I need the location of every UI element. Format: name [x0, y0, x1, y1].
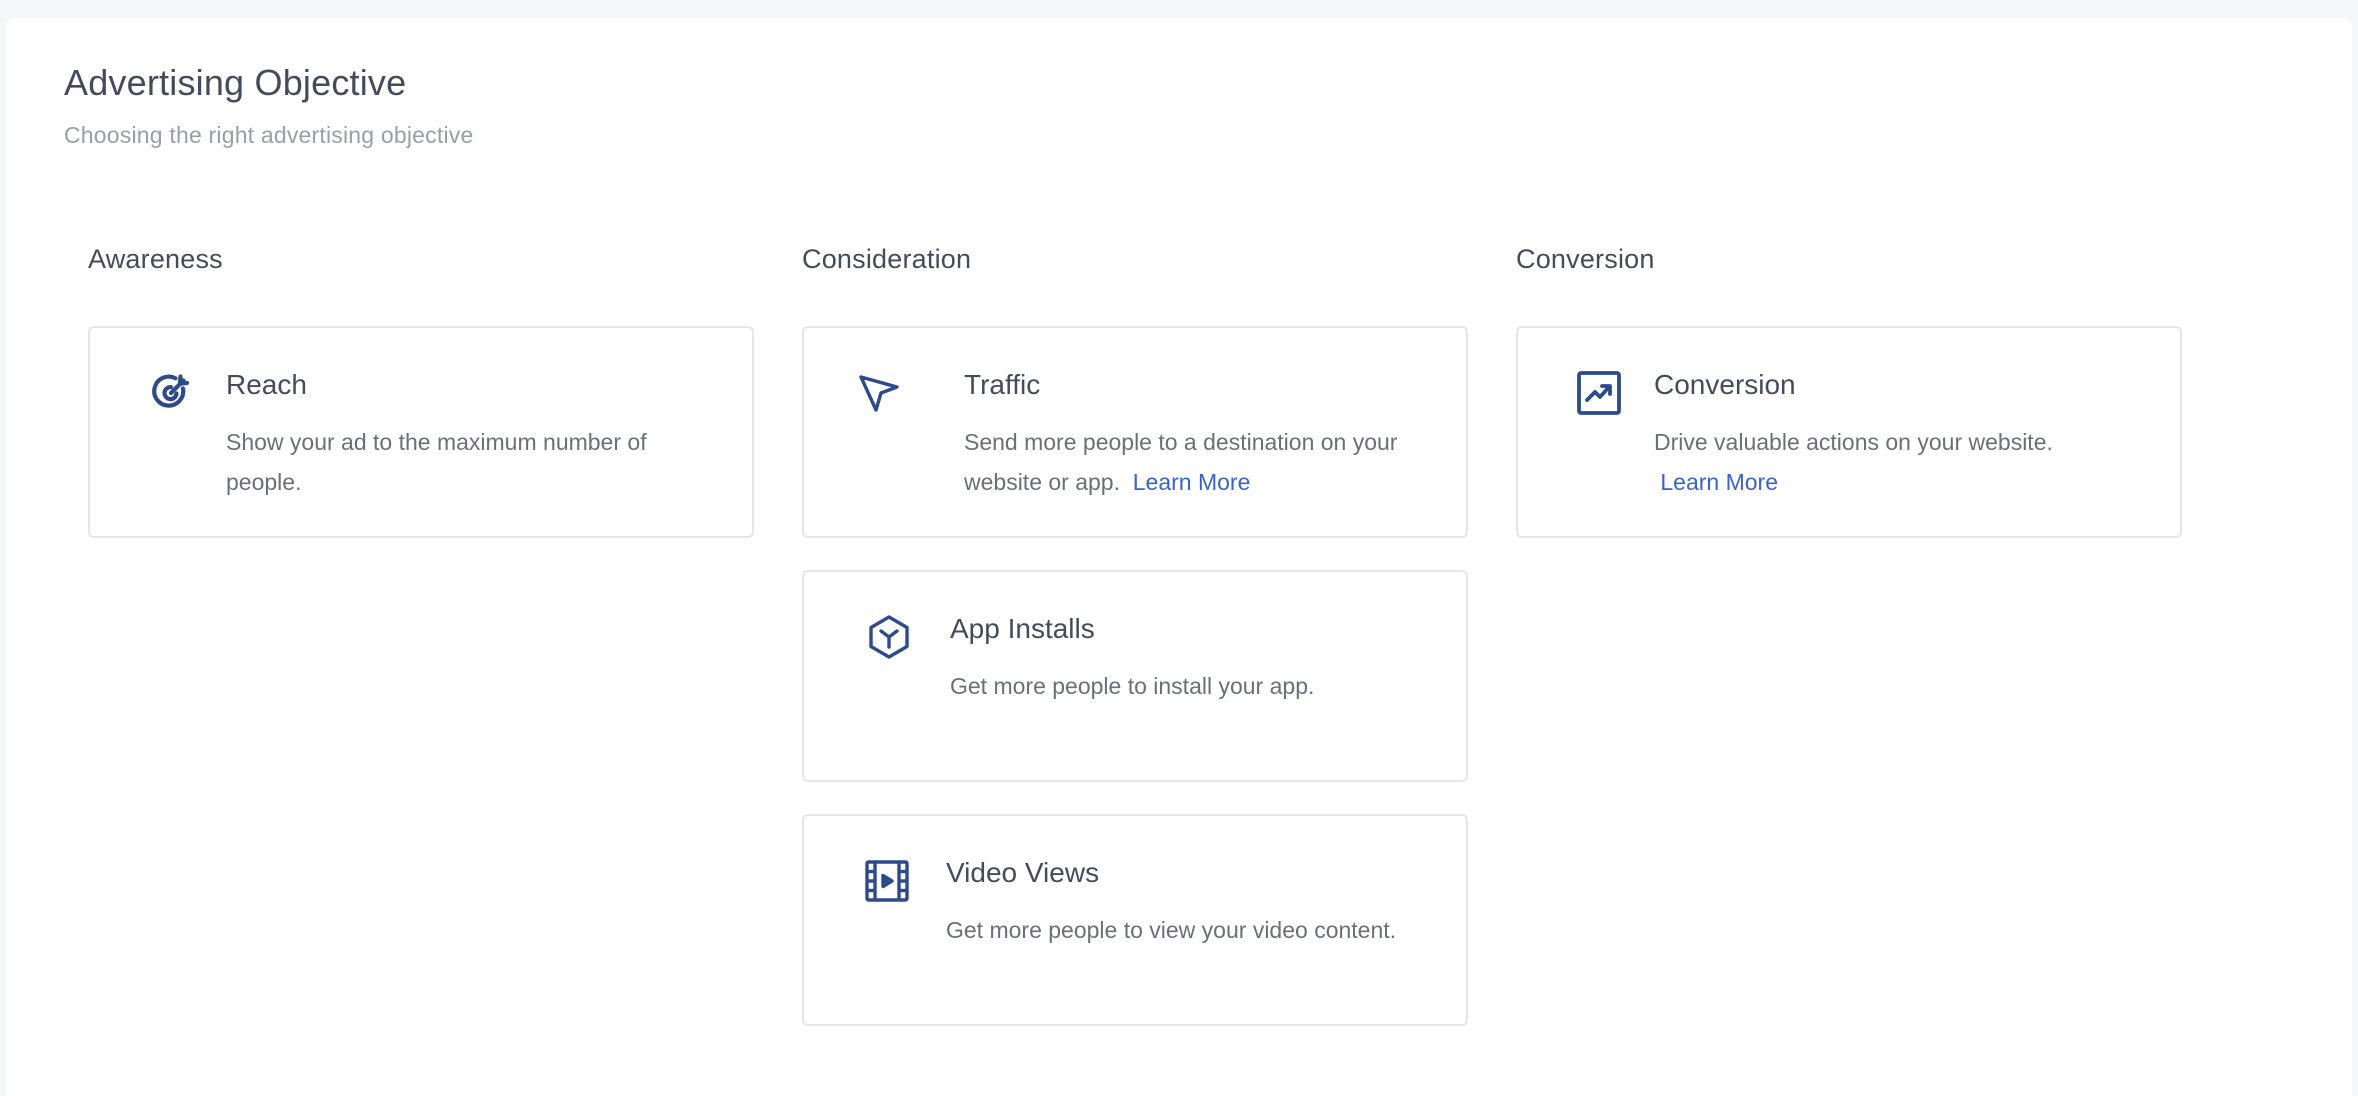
column-conversion: Conversion Conversion Drive valuable act… [1516, 244, 2182, 538]
learn-more-link[interactable]: Learn More [1660, 469, 1778, 495]
cube-icon [864, 612, 914, 662]
objective-card-conversion[interactable]: Conversion Drive valuable actions on you… [1516, 326, 2182, 538]
card-body: Video Views Get more people to view your… [946, 856, 1426, 950]
learn-more-link[interactable]: Learn More [1133, 469, 1251, 495]
card-body: App Installs Get more people to install … [950, 612, 1426, 706]
card-body: Conversion Drive valuable actions on you… [1654, 368, 2140, 502]
objective-card-reach[interactable]: Reach Show your ad to the maximum number… [88, 326, 754, 538]
card-description-text: Drive valuable actions on your website. [1654, 429, 2053, 455]
card-body: Reach Show your ad to the maximum number… [226, 368, 712, 502]
objective-card-video-views[interactable]: Video Views Get more people to view your… [802, 814, 1468, 1026]
target-icon [146, 368, 196, 418]
column-title-consideration: Consideration [802, 244, 972, 274]
card-description: Drive valuable actions on your website. … [1654, 422, 2140, 502]
page-title: Advertising Objective [64, 62, 407, 103]
card-title: App Installs [950, 613, 1095, 644]
column-title-awareness: Awareness [88, 244, 223, 274]
card-description: Send more people to a destination on you… [964, 422, 1426, 502]
objective-card-traffic[interactable]: Traffic Send more people to a destinatio… [802, 326, 1468, 538]
card-title: Video Views [946, 857, 1100, 888]
card-description: Get more people to install your app. [950, 673, 1315, 699]
card-title: Reach [226, 369, 307, 400]
objective-card-app-installs[interactable]: App Installs Get more people to install … [802, 570, 1468, 782]
card-description: Show your ad to the maximum number of pe… [226, 429, 647, 495]
column-title-conversion: Conversion [1516, 244, 1655, 274]
column-awareness: Awareness Reach Show your ad to the maxi… [88, 244, 754, 538]
cursor-arrow-icon [854, 368, 904, 418]
card-description: Get more people to view your video conte… [946, 917, 1397, 943]
card-title: Conversion [1654, 369, 1796, 400]
page-subtitle: Choosing the right advertising objective [64, 122, 474, 148]
trending-chart-icon [1574, 368, 1624, 418]
card-title: Traffic [964, 369, 1041, 400]
film-icon [862, 856, 912, 906]
card-body: Traffic Send more people to a destinatio… [964, 368, 1426, 502]
column-consideration: Consideration Traffic Send more people t… [802, 244, 1468, 1026]
